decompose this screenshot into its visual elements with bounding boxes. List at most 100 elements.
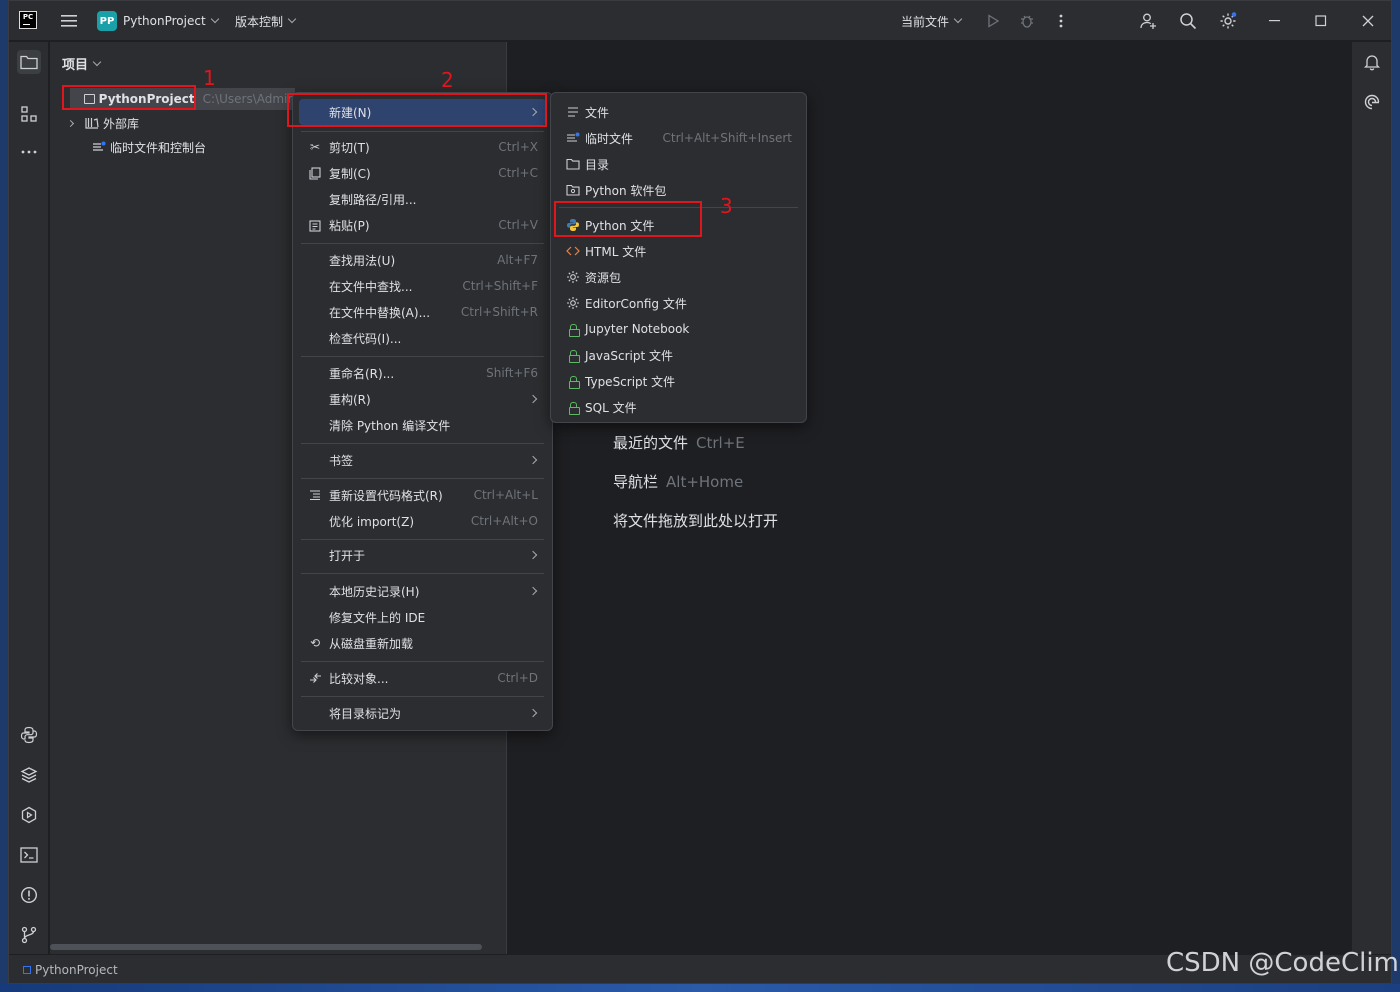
title-bar: PC PP PythonProject 版本控制 当前文件 [9, 1, 1391, 41]
menu-item-shortcut: Ctrl+Alt+Shift+Insert [662, 131, 792, 145]
menu-item-shortcut: Ctrl+D [497, 671, 538, 685]
menu-item-bookmarks[interactable]: 书签 [299, 447, 546, 473]
add-user-icon[interactable] [1137, 9, 1161, 33]
menu-item-label: 重构(R) [329, 392, 371, 407]
ai-assistant-spiral-icon[interactable] [1360, 90, 1384, 114]
resource-bundle-icon [565, 269, 581, 285]
menu-item-label: 复制路径/引用... [329, 192, 417, 207]
annotation-box-1 [62, 85, 196, 110]
menu-item-label: 文件 [585, 105, 610, 120]
submenu-item-directory[interactable]: 目录 [557, 151, 800, 177]
python-console-icon[interactable] [17, 723, 41, 747]
menu-item-label: Python 软件包 [585, 183, 667, 198]
chevron-right-icon [66, 119, 75, 127]
menu-item-local-history[interactable]: 本地历史记录(H) [299, 578, 546, 604]
menu-item-label: 书签 [329, 453, 354, 468]
menu-item-open-in[interactable]: 打开于 [299, 542, 546, 568]
submenu-item-scratch-file[interactable]: 临时文件 Ctrl+Alt+Shift+Insert [557, 125, 800, 151]
menu-item-copy[interactable]: 复制(C) Ctrl+C [299, 160, 546, 186]
menu-item-label: 重命名(R)... [329, 366, 395, 381]
hint-shortcut: Alt+Home [666, 473, 744, 491]
horizontal-scrollbar[interactable] [50, 944, 482, 950]
vcs-label: 版本控制 [235, 14, 284, 29]
paste-icon [307, 217, 323, 233]
project-switcher[interactable]: PP PythonProject [97, 1, 219, 41]
menu-separator [301, 539, 544, 540]
more-tools-icon[interactable] [17, 140, 41, 164]
menu-item-compare-with[interactable]: 比较对象... Ctrl+D [299, 665, 546, 691]
menu-separator [301, 356, 544, 357]
menu-item-reload-from-disk[interactable]: ⟲ 从磁盘重新加载 [299, 630, 546, 656]
submenu-item-python-package[interactable]: Python 软件包 [557, 177, 800, 203]
run-icon[interactable] [981, 9, 1005, 33]
more-actions-icon[interactable] [1049, 9, 1073, 33]
watermark-text: CSDN @CodeClimb [1166, 948, 1400, 978]
project-tool-folder-icon[interactable] [17, 50, 41, 74]
menu-item-clean-python-compiled[interactable]: 清除 Python 编译文件 [299, 412, 546, 438]
structure-icon[interactable] [17, 102, 41, 126]
maximize-icon[interactable] [1309, 9, 1333, 33]
search-icon[interactable] [1176, 9, 1200, 33]
reload-icon: ⟲ [309, 636, 321, 650]
submenu-item-file[interactable]: 文件 [557, 99, 800, 125]
menu-separator [301, 243, 544, 244]
tree-item-label: 外部库 [103, 116, 140, 131]
tree-item-external-libs[interactable]: 外部库 [66, 112, 140, 134]
settings-gear-icon[interactable] [1216, 9, 1240, 33]
menu-item-cut[interactable]: ✂ 剪切(T) Ctrl+X [299, 134, 546, 160]
menu-item-mark-directory-as[interactable]: 将目录标记为 [299, 700, 546, 726]
close-icon[interactable] [1356, 9, 1380, 33]
python-packages-layers-icon[interactable] [17, 763, 41, 787]
chevron-down-icon [287, 14, 297, 24]
git-branch-icon[interactable] [17, 923, 41, 947]
submenu-item-sql-file[interactable]: SQL 文件 [557, 394, 800, 420]
menu-item-label: HTML 文件 [585, 244, 647, 259]
chevron-right-icon [528, 455, 538, 465]
project-panel-title: 项目 [62, 58, 89, 73]
menu-item-copy-path[interactable]: 复制路径/引用... [299, 186, 546, 212]
menu-item-reformat-code[interactable]: 重新设置代码格式(R) Ctrl+Alt+L [299, 482, 546, 508]
annotation-number-1: 1 [203, 66, 216, 90]
submenu-item-resource-bundle[interactable]: 资源包 [557, 264, 800, 290]
submenu-item-javascript-file[interactable]: JavaScript 文件 [557, 342, 800, 368]
menu-item-shortcut: Ctrl+Shift+F [462, 279, 538, 293]
menu-item-find-in-files[interactable]: 在文件中查找... Ctrl+Shift+F [299, 273, 546, 299]
terminal-icon[interactable] [17, 843, 41, 867]
context-menu: 新建(N) ✂ 剪切(T) Ctrl+X 复制(C) Ctrl+C 复制路径/引用..… [292, 92, 553, 731]
run-config-label: 当前文件 [901, 14, 950, 29]
menu-item-repair-ide[interactable]: 修复文件上的 IDE [299, 604, 546, 630]
menu-separator [301, 696, 544, 697]
menu-separator [301, 131, 544, 132]
hint-navigation-bar: 导航栏 Alt+Home [613, 471, 743, 492]
right-tool-strip [1351, 42, 1391, 954]
debug-icon[interactable] [1015, 9, 1039, 33]
menu-item-label: 粘贴(P) [329, 218, 370, 233]
menu-item-find-usages[interactable]: 查找用法(U) Alt+F7 [299, 247, 546, 273]
run-config-selector[interactable]: 当前文件 [901, 1, 963, 41]
main-menu-icon[interactable] [57, 9, 81, 33]
submenu-item-jupyter-notebook[interactable]: Jupyter Notebook [557, 316, 800, 342]
tree-item-scratches[interactable]: 临时文件和控制台 [92, 136, 206, 158]
project-panel-header[interactable]: 项目 [62, 54, 102, 73]
status-project-name[interactable]: PythonProject [35, 963, 118, 977]
minimize-icon[interactable] [1263, 9, 1287, 33]
menu-item-shortcut: Ctrl+C [498, 166, 538, 180]
chevron-right-icon [528, 586, 538, 596]
annotation-box-3 [554, 201, 702, 237]
submenu-item-typescript-file[interactable]: TypeScript 文件 [557, 368, 800, 394]
submenu-item-html-file[interactable]: HTML 文件 [557, 238, 800, 264]
menu-item-rename[interactable]: 重命名(R)... Shift+F6 [299, 360, 546, 386]
menu-item-label: 重新设置代码格式(R) [329, 488, 443, 503]
problems-icon[interactable] [17, 883, 41, 907]
menu-item-paste[interactable]: 粘贴(P) Ctrl+V [299, 212, 546, 238]
vcs-menu[interactable]: 版本控制 [235, 1, 297, 41]
services-icon[interactable] [17, 803, 41, 827]
menu-item-inspect-code[interactable]: 检查代码(I)... [299, 325, 546, 351]
menu-item-refactor[interactable]: 重构(R) [299, 386, 546, 412]
menu-item-label: 优化 import(Z) [329, 514, 415, 529]
submenu-item-editorconfig[interactable]: EditorConfig 文件 [557, 290, 800, 316]
notifications-bell-icon[interactable] [1360, 50, 1384, 74]
menu-item-replace-in-files[interactable]: 在文件中替换(A)... Ctrl+Shift+R [299, 299, 546, 325]
chevron-right-icon [528, 708, 538, 718]
menu-item-optimize-imports[interactable]: 优化 import(Z) Ctrl+Alt+O [299, 508, 546, 534]
